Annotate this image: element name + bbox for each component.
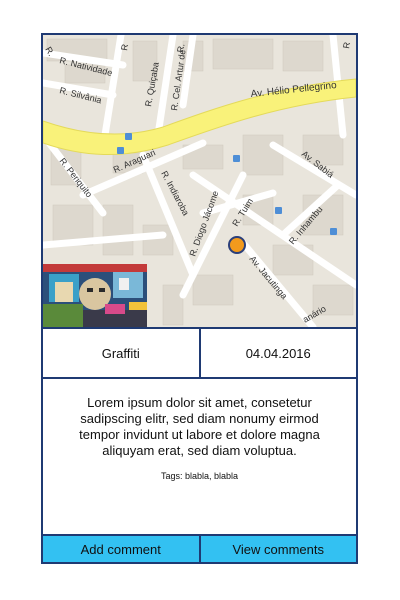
description-text: Lorem ipsum dolor sit amet, consetetur s…: [79, 395, 320, 458]
tags-text: Tags: blabla, blabla: [160, 471, 239, 481]
street-label: R.: [175, 43, 186, 54]
view-comments-button[interactable]: View comments: [200, 536, 356, 562]
graffiti-thumbnail[interactable]: [43, 264, 147, 327]
post-card: R. Natividade R. Silvânia R. Quiçaba R. …: [41, 33, 358, 564]
add-comment-button[interactable]: Add comment: [43, 536, 201, 562]
graffiti-image: [43, 264, 147, 327]
action-buttons: Add comment View comments: [43, 534, 356, 562]
info-row: Graffiti 04.04.2016: [43, 327, 356, 379]
map-view[interactable]: R. Natividade R. Silvânia R. Quiçaba R. …: [43, 35, 356, 327]
category-label: Graffiti: [43, 329, 201, 377]
description-section: Lorem ipsum dolor sit amet, consetetur s…: [43, 379, 356, 534]
date-label: 04.04.2016: [245, 345, 311, 361]
location-marker-icon[interactable]: [228, 236, 246, 254]
